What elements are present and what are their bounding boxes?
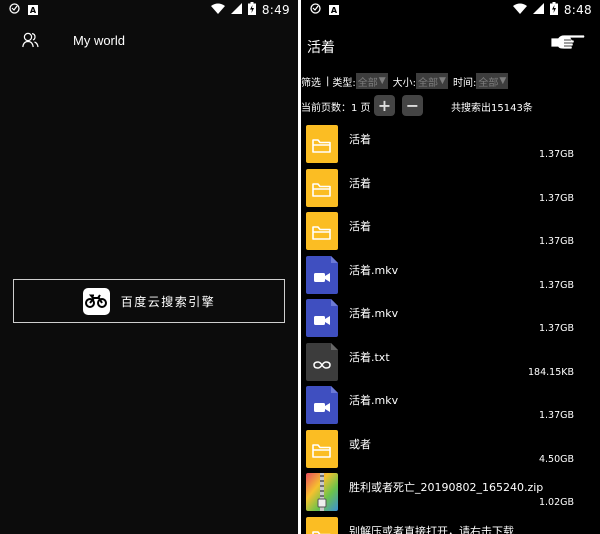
- file-size: 1.37GB: [538, 323, 574, 334]
- file-row[interactable]: 活着 1.37GB: [301, 209, 600, 253]
- folder-file-icon: [305, 516, 339, 534]
- file-size: 1.37GB: [538, 236, 574, 247]
- file-name: 活着: [349, 176, 371, 190]
- file-row[interactable]: 活着.mkv 1.37GB: [301, 253, 600, 297]
- file-size: 1.37GB: [538, 192, 574, 204]
- notification-icon: [310, 3, 321, 17]
- file-row[interactable]: 活着 1.37GB: [301, 122, 600, 166]
- pointing-hand-icon[interactable]: [550, 32, 586, 58]
- file-row[interactable]: 别解压或者直接打开，请右击下载: [301, 514, 600, 534]
- status-time: 8:49: [261, 3, 290, 17]
- previous-page-button[interactable]: −: [402, 95, 423, 116]
- page-title: My world: [73, 33, 126, 48]
- folder-file-icon: [305, 429, 339, 468]
- file-size: 1.37GB: [538, 279, 574, 291]
- file-size: 1.37GB: [538, 149, 574, 160]
- battery-icon: [549, 2, 558, 18]
- paging-bar: 当前页数：1 页 + − 共搜索出15143条: [301, 95, 600, 117]
- file-size: 1.02GB: [538, 497, 574, 508]
- a-icon: A: [28, 5, 38, 15]
- dropdown-arrow-icon: ▼: [499, 76, 507, 86]
- signal-icon: [230, 3, 242, 17]
- filter-bar: 筛选 | 类型: 全部 ▼ 大小: 全部 ▼ 时间: 全部 ▼: [301, 72, 600, 90]
- file-list: 活着 1.37GB 活着 1.37GB 活着 1.37GB 活着.mkv 1.37GB 活着.m…: [301, 122, 600, 534]
- filter-separator: |: [326, 75, 330, 87]
- wifi-icon: [512, 3, 527, 17]
- dropdown-arrow-icon: ▼: [439, 76, 446, 86]
- size-select-value: 全部: [418, 77, 439, 89]
- left-screen: A 8:49 My world 百度云搜索引擎: [0, 0, 298, 534]
- time-select[interactable]: 全部 ▼: [476, 73, 509, 89]
- file-name: 活着.mkv: [349, 307, 399, 320]
- zip-file-icon: [305, 473, 339, 511]
- folder-file-icon: [305, 168, 339, 207]
- user-icon[interactable]: [22, 32, 39, 52]
- file-name: 活着: [349, 133, 371, 146]
- time-select-value: 全部: [478, 77, 499, 89]
- battery-icon: [247, 2, 256, 18]
- result-count: 共搜索出15143条: [451, 103, 533, 114]
- time-label: 时间:: [452, 77, 477, 89]
- video-file-icon: [305, 386, 339, 424]
- signal-icon: [532, 3, 544, 17]
- next-page-button[interactable]: +: [374, 95, 395, 116]
- file-name: 胜利或者死亡_20190802_165240.zip: [349, 481, 544, 494]
- file-row[interactable]: 或者 4.50GB: [301, 427, 600, 471]
- file-row[interactable]: 胜利或者死亡_20190802_165240.zip 1.02GB: [301, 470, 600, 514]
- type-label: 类型:: [332, 77, 356, 89]
- file-name: 活着.txt: [349, 350, 390, 364]
- file-name: 别解压或者直接打开，请右击下载: [349, 524, 514, 534]
- size-select[interactable]: 全部 ▼: [416, 73, 448, 89]
- file-row[interactable]: 活着.mkv 1.37GB: [301, 296, 600, 340]
- search-query-title: 活着: [307, 40, 335, 56]
- file-name: 活着.mkv: [349, 263, 399, 277]
- text-file-icon: [305, 342, 339, 381]
- folder-file-icon: [305, 212, 339, 250]
- file-size: 184.15KB: [528, 366, 574, 378]
- file-row[interactable]: 活着 1.37GB: [301, 166, 600, 210]
- wifi-icon: [210, 3, 225, 17]
- file-row[interactable]: 活着.txt 184.15KB: [301, 340, 600, 384]
- file-name: 或者: [349, 437, 371, 451]
- status-bar: A 8:49: [0, 0, 298, 20]
- dropdown-arrow-icon: ▼: [378, 76, 386, 86]
- file-row[interactable]: 活着.mkv 1.37GB: [301, 383, 600, 427]
- search-engine-button[interactable]: 百度云搜索引擎: [13, 279, 285, 323]
- status-time: 8:48: [563, 3, 592, 17]
- filter-label: 筛选: [301, 77, 321, 89]
- a-icon: A: [329, 5, 339, 15]
- video-file-icon: [305, 255, 339, 294]
- search-engine-label: 百度云搜索引擎: [120, 294, 216, 309]
- type-select-value: 全部: [357, 77, 378, 89]
- folder-file-icon: [305, 125, 339, 163]
- video-file-icon: [305, 299, 339, 337]
- type-select[interactable]: 全部 ▼: [355, 73, 388, 89]
- current-page-text: 当前页数：1 页: [301, 103, 371, 114]
- size-label: 大小:: [392, 77, 417, 89]
- motorcycle-icon: [82, 287, 110, 315]
- right-screen: A 8:48 活着 筛选 | 类型: 全部 ▼ 大小: 全部 ▼ 时间: 全部 ▼: [301, 0, 600, 534]
- file-name: 活着: [349, 220, 371, 233]
- status-bar: A 8:48: [301, 0, 600, 20]
- notification-icon: [9, 3, 20, 17]
- file-name: 活着.mkv: [349, 394, 399, 407]
- file-size: 1.37GB: [538, 410, 574, 421]
- file-size: 4.50GB: [538, 453, 574, 465]
